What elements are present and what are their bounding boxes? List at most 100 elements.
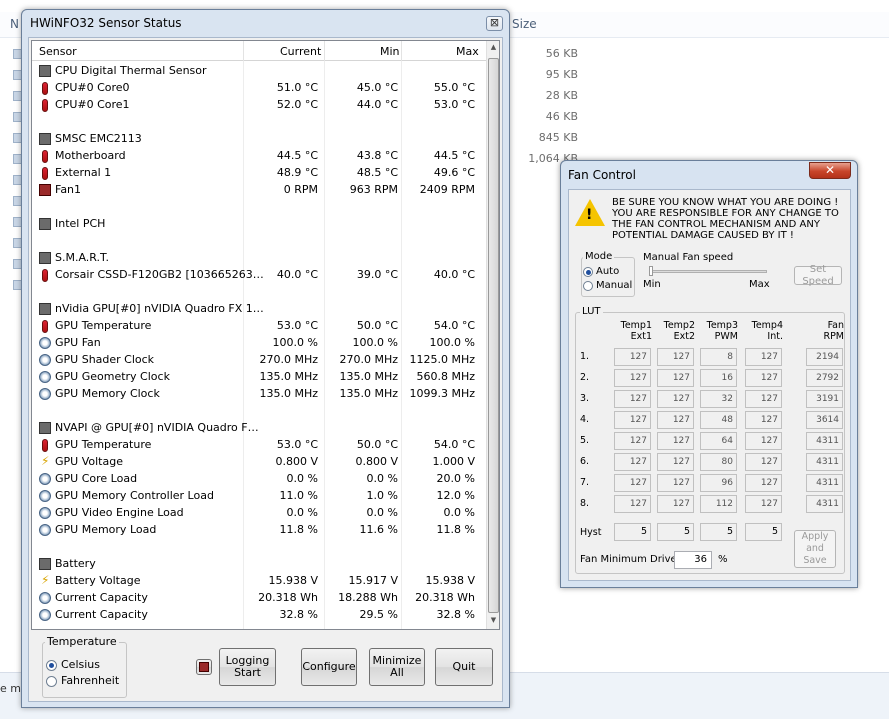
lut-cell[interactable]: 127 [614, 390, 651, 408]
sensor-row[interactable]: CPU#0 Core0 51.0 °C 45.0 °C 55.0 °C [32, 80, 488, 97]
sensor-row[interactable]: GPU Video Engine Load 0.0 % 0.0 % 0.0 % [32, 505, 488, 522]
lut-cell[interactable]: 4311 [806, 474, 843, 492]
lut-cell[interactable]: 127 [745, 495, 782, 513]
auto-radio[interactable] [583, 267, 593, 277]
sensor-row[interactable]: External 1 48.9 °C 48.5 °C 49.6 °C [32, 165, 488, 182]
sensor-row[interactable]: GPU Temperature 53.0 °C 50.0 °C 54.0 °C [32, 437, 488, 454]
scroll-up-icon[interactable]: ▲ [488, 43, 499, 55]
hyst-cell[interactable]: 5 [700, 523, 737, 541]
sensor-group-row[interactable]: SMSC EMC2113 [32, 131, 488, 148]
lut-cell[interactable]: 2792 [806, 369, 843, 387]
column-max[interactable]: Max [456, 45, 479, 58]
sensor-row[interactable]: GPU Core Load 0.0 % 0.0 % 20.0 % [32, 471, 488, 488]
sensor-row[interactable]: GPU Geometry Clock 135.0 MHz 135.0 MHz 560.… [32, 369, 488, 386]
lut-cell[interactable]: 64 [700, 432, 737, 450]
lut-cell[interactable]: 127 [745, 411, 782, 429]
lut-cell[interactable]: 127 [745, 432, 782, 450]
lut-cell[interactable]: 127 [745, 474, 782, 492]
fan-settings-button[interactable] [196, 659, 212, 675]
sensor-row[interactable]: GPU Memory Load 11.8 % 11.6 % 11.8 % [32, 522, 488, 539]
lut-cell[interactable]: 4311 [806, 495, 843, 513]
manual-label[interactable]: Manual [596, 280, 632, 291]
sensor-group-row[interactable]: Battery [32, 556, 488, 573]
auto-label[interactable]: Auto [596, 266, 619, 277]
column-current[interactable]: Current [280, 45, 321, 58]
lut-cell[interactable]: 127 [614, 411, 651, 429]
lut-cell[interactable]: 2194 [806, 348, 843, 366]
sensor-row[interactable]: ⚡ GPU Voltage 0.800 V 0.800 V 1.000 V [32, 454, 488, 471]
lut-cell[interactable]: 127 [614, 348, 651, 366]
sensor-row[interactable]: Fan1 0 RPM 963 RPM 2409 RPM [32, 182, 488, 199]
lut-cell[interactable]: 127 [657, 390, 694, 408]
fan-control-close-button[interactable]: ✕ [809, 162, 851, 179]
sensor-group-row[interactable]: S.M.A.R.T. [32, 250, 488, 267]
apply-and-save-button[interactable]: Apply and Save [794, 530, 836, 568]
sensor-row[interactable]: GPU Temperature 53.0 °C 50.0 °C 54.0 °C [32, 318, 488, 335]
sensor-row[interactable]: Corsair CSSD-F120GB2 [103665263… 40.0 °C 3… [32, 267, 488, 284]
close-button[interactable]: ⊠ [486, 16, 503, 31]
sensor-group-row[interactable]: CPU Digital Thermal Sensor [32, 63, 488, 80]
sensor-group-row[interactable]: Intel PCH [32, 216, 488, 233]
hyst-cell[interactable]: 5 [614, 523, 651, 541]
sensor-group-row[interactable]: nVidia GPU[#0] nVIDIA Quadro FX 1… [32, 301, 488, 318]
fahrenheit-label[interactable]: Fahrenheit [61, 674, 119, 687]
lut-cell[interactable]: 127 [614, 495, 651, 513]
fan-minimum-drive-input[interactable]: 36 [674, 551, 712, 569]
sensor-row[interactable]: GPU Shader Clock 270.0 MHz 270.0 MHz 1125.0… [32, 352, 488, 369]
lut-cell[interactable]: 127 [657, 453, 694, 471]
minimize-all-button[interactable]: Minimize All [369, 648, 425, 686]
logging-start-button[interactable]: Logging Start [219, 648, 276, 686]
manual-fan-speed-slider[interactable] [649, 270, 767, 273]
lut-cell[interactable]: 3191 [806, 390, 843, 408]
sensor-row[interactable]: GPU Fan 100.0 % 100.0 % 100.0 % [32, 335, 488, 352]
lut-cell[interactable]: 127 [745, 453, 782, 471]
fahrenheit-radio[interactable] [46, 676, 57, 687]
scroll-thumb[interactable] [488, 58, 499, 613]
hyst-cell[interactable]: 5 [657, 523, 694, 541]
sensor-row[interactable]: GPU Memory Controller Load 11.0 % 1.0 % 12.… [32, 488, 488, 505]
vertical-scrollbar[interactable]: ▲ ▼ [486, 41, 499, 629]
sensor-table[interactable]: Sensor Current Min Max CPU Digital Therm… [31, 40, 500, 630]
scroll-down-icon[interactable]: ▼ [488, 616, 499, 628]
manual-radio[interactable] [583, 281, 593, 291]
hyst-cell[interactable]: 5 [745, 523, 782, 541]
size-column-header[interactable]: Size [512, 17, 537, 31]
lut-cell[interactable]: 127 [657, 348, 694, 366]
lut-cell[interactable]: 127 [657, 432, 694, 450]
sensor-row[interactable]: Current Capacity 20.318 Wh 18.288 Wh 20.318… [32, 590, 488, 607]
sensor-row[interactable]: Motherboard 44.5 °C 43.8 °C 44.5 °C [32, 148, 488, 165]
lut-cell[interactable]: 3614 [806, 411, 843, 429]
lut-cell[interactable]: 96 [700, 474, 737, 492]
sensor-row[interactable]: Current Capacity 32.8 % 29.5 % 32.8 % [32, 607, 488, 624]
lut-cell[interactable]: 127 [614, 474, 651, 492]
lut-cell[interactable]: 48 [700, 411, 737, 429]
sensor-row[interactable]: GPU Memory Clock 135.0 MHz 135.0 MHz 1099.3… [32, 386, 488, 403]
lut-cell[interactable]: 127 [745, 348, 782, 366]
lut-cell[interactable]: 127 [745, 390, 782, 408]
sensor-row[interactable]: CPU#0 Core1 52.0 °C 44.0 °C 53.0 °C [32, 97, 488, 114]
column-min[interactable]: Min [380, 45, 400, 58]
manual-fan-speed-thumb[interactable] [649, 266, 653, 276]
column-sensor[interactable]: Sensor [39, 45, 77, 58]
celsius-label[interactable]: Celsius [61, 658, 100, 671]
set-speed-button[interactable]: Set Speed [794, 264, 842, 287]
lut-cell[interactable]: 32 [700, 390, 737, 408]
lut-cell[interactable]: 127 [657, 495, 694, 513]
lut-cell[interactable]: 127 [657, 411, 694, 429]
sensor-group-row[interactable]: NVAPI @ GPU[#0] nVIDIA Quadro F… [32, 420, 488, 437]
configure-button[interactable]: Configure [301, 648, 357, 686]
lut-cell[interactable]: 127 [614, 453, 651, 471]
lut-cell[interactable]: 80 [700, 453, 737, 471]
lut-cell[interactable]: 127 [614, 432, 651, 450]
lut-cell[interactable]: 8 [700, 348, 737, 366]
lut-cell[interactable]: 127 [614, 369, 651, 387]
lut-cell[interactable]: 127 [657, 369, 694, 387]
lut-cell[interactable]: 112 [700, 495, 737, 513]
sensor-row[interactable]: ⚡ Battery Voltage 15.938 V 15.917 V 15.938 V [32, 573, 488, 590]
celsius-radio[interactable] [46, 660, 57, 671]
lut-cell[interactable]: 4311 [806, 453, 843, 471]
lut-cell[interactable]: 127 [745, 369, 782, 387]
lut-cell[interactable]: 4311 [806, 432, 843, 450]
name-column-header[interactable]: N [10, 17, 19, 31]
lut-cell[interactable]: 127 [657, 474, 694, 492]
